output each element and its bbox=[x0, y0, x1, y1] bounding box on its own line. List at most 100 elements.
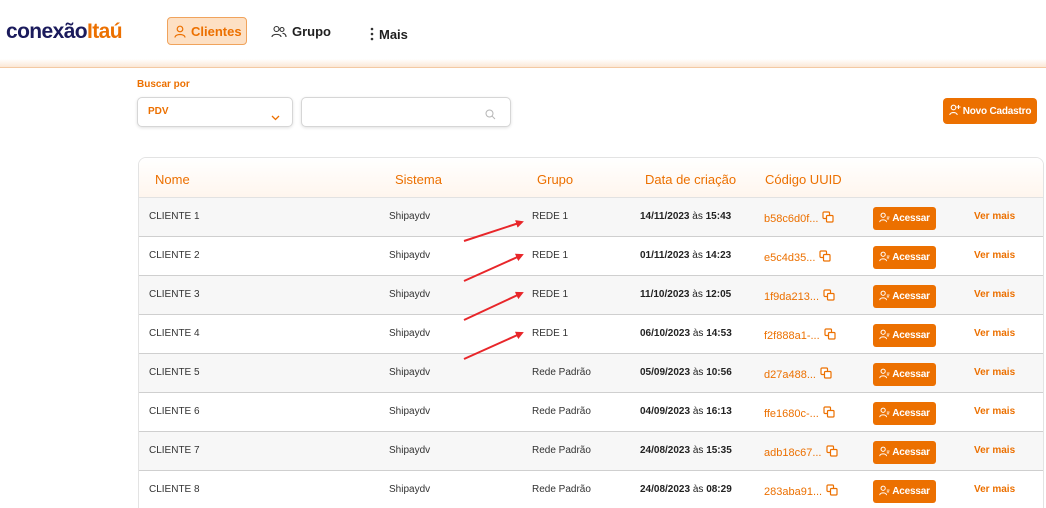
cell-nome: CLIENTE 5 bbox=[149, 367, 200, 378]
cell-uuid: b58c6d0f... bbox=[764, 211, 835, 226]
copy-icon[interactable] bbox=[823, 289, 835, 304]
uuid-text: e5c4d35... bbox=[764, 251, 816, 264]
nav-more-label: Mais bbox=[379, 26, 408, 42]
column-header-codigo-uuid[interactable]: Código UUID bbox=[765, 172, 842, 187]
nav-more-menu[interactable]: Mais bbox=[364, 20, 414, 48]
access-button[interactable]: Acessar bbox=[873, 441, 936, 464]
clients-table: Nome Sistema Grupo Data de criação Códig… bbox=[138, 157, 1044, 508]
search-input[interactable] bbox=[310, 104, 480, 122]
cell-uuid: adb18c67... bbox=[764, 445, 838, 460]
cell-sistema: Shipaydv bbox=[389, 289, 431, 300]
brand-logo[interactable]: conexãoItaú bbox=[6, 20, 123, 44]
uuid-text: f2f888a1-... bbox=[764, 329, 820, 342]
see-more-link[interactable]: Ver mais bbox=[974, 445, 1015, 456]
user-key-icon bbox=[879, 446, 890, 460]
user-key-icon bbox=[879, 290, 890, 304]
brand-logo-part1: conexão bbox=[6, 20, 88, 43]
chevron-down-icon bbox=[271, 108, 280, 126]
access-button[interactable]: Acessar bbox=[873, 363, 936, 386]
access-button-label: Acessar bbox=[892, 369, 930, 380]
cell-date: 14/11/2023 bbox=[640, 211, 690, 222]
search-field[interactable] bbox=[301, 97, 511, 127]
table-row: CLIENTE 1 Shipaydv REDE 1 14/11/2023 às 15:… bbox=[139, 198, 1043, 237]
cell-date: 24/08/2023 bbox=[640, 484, 691, 495]
column-header-data-criacao[interactable]: Data de criação bbox=[645, 172, 736, 187]
search-icon[interactable] bbox=[485, 107, 496, 125]
cell-time: 14:53 bbox=[706, 328, 732, 339]
cell-nome: CLIENTE 7 bbox=[149, 445, 200, 456]
cell-time: 15:35 bbox=[706, 445, 732, 456]
cell-date: 01/11/2023 bbox=[640, 250, 690, 261]
cell-sistema: Shipaydv bbox=[389, 406, 431, 417]
see-more-link[interactable]: Ver mais bbox=[974, 484, 1015, 495]
cell-date-separator: às bbox=[692, 367, 704, 378]
access-button[interactable]: Acessar bbox=[873, 402, 936, 425]
cell-nome: CLIENTE 3 bbox=[149, 289, 200, 300]
cell-nome: CLIENTE 6 bbox=[149, 406, 200, 417]
user-key-icon bbox=[879, 212, 890, 226]
copy-icon[interactable] bbox=[820, 367, 832, 382]
cell-sistema: Shipaydv bbox=[389, 328, 431, 339]
see-more-link[interactable]: Ver mais bbox=[974, 211, 1015, 222]
cell-time: 14:23 bbox=[705, 250, 732, 261]
new-registration-button[interactable]: Novo Cadastro bbox=[943, 98, 1037, 124]
cell-sistema: Shipaydv bbox=[389, 484, 431, 495]
copy-icon[interactable] bbox=[824, 328, 836, 343]
cell-data-criacao: 24/08/2023 às 15:35 bbox=[640, 445, 732, 456]
add-user-icon bbox=[948, 104, 961, 119]
nav-tab-grupo[interactable]: Grupo bbox=[265, 17, 337, 45]
access-button[interactable]: Acessar bbox=[873, 480, 936, 503]
nav-tab-clientes[interactable]: Clientes bbox=[167, 17, 247, 45]
search-type-select[interactable]: PDV bbox=[137, 97, 293, 127]
see-more-link[interactable]: Ver mais bbox=[974, 289, 1015, 300]
table-row: CLIENTE 8 Shipaydv Rede Padrão 24/08/2023 à… bbox=[139, 471, 1043, 508]
cell-uuid: 1f9da213... bbox=[764, 289, 835, 304]
copy-icon[interactable] bbox=[826, 484, 838, 499]
uuid-text: ffe1680c-... bbox=[764, 407, 819, 420]
cell-date-separator: às bbox=[692, 328, 704, 339]
user-key-icon bbox=[879, 407, 890, 421]
user-icon bbox=[174, 25, 186, 38]
access-button-label: Acessar bbox=[892, 252, 930, 263]
access-button[interactable]: Acessar bbox=[873, 207, 936, 230]
copy-icon[interactable] bbox=[822, 211, 835, 226]
see-more-link[interactable]: Ver mais bbox=[974, 250, 1015, 261]
cell-time: 15:43 bbox=[705, 211, 732, 222]
cell-date-separator: às bbox=[692, 289, 703, 300]
cell-date: 06/10/2023 bbox=[640, 328, 691, 339]
new-registration-label: Novo Cadastro bbox=[962, 105, 1032, 117]
vertical-dots-icon bbox=[370, 27, 374, 41]
cell-grupo: REDE 1 bbox=[532, 211, 569, 222]
access-button[interactable]: Acessar bbox=[873, 246, 936, 269]
access-button[interactable]: Acessar bbox=[873, 285, 936, 308]
cell-grupo: Rede Padrão bbox=[532, 406, 591, 417]
copy-icon[interactable] bbox=[819, 250, 831, 265]
access-button-label: Acessar bbox=[892, 330, 930, 341]
search-by-label: Buscar por bbox=[137, 79, 190, 90]
cell-nome: CLIENTE 2 bbox=[149, 250, 200, 261]
column-header-nome[interactable]: Nome bbox=[155, 172, 190, 187]
copy-icon[interactable] bbox=[825, 445, 838, 460]
see-more-link[interactable]: Ver mais bbox=[974, 406, 1015, 417]
see-more-link[interactable]: Ver mais bbox=[974, 328, 1015, 339]
cell-data-criacao: 01/11/2023 às 14:23 bbox=[640, 250, 731, 261]
copy-icon[interactable] bbox=[823, 406, 835, 421]
column-header-grupo[interactable]: Grupo bbox=[537, 172, 573, 187]
cell-data-criacao: 14/11/2023 às 15:43 bbox=[640, 211, 731, 222]
users-group-icon bbox=[271, 25, 287, 38]
cell-uuid: ffe1680c-... bbox=[764, 406, 835, 421]
column-header-sistema[interactable]: Sistema bbox=[395, 172, 442, 187]
nav-tab-clientes-label: Clientes bbox=[191, 23, 242, 39]
table-row: CLIENTE 4 Shipaydv REDE 1 06/10/2023 às 14:… bbox=[139, 315, 1043, 354]
cell-grupo: Rede Padrão bbox=[532, 484, 591, 495]
see-more-link[interactable]: Ver mais bbox=[974, 367, 1015, 378]
uuid-text: 283aba91... bbox=[764, 485, 823, 498]
cell-date: 24/08/2023 bbox=[640, 445, 691, 456]
table-row: CLIENTE 3 Shipaydv REDE 1 11/10/2023 às 12:… bbox=[139, 276, 1043, 315]
cell-data-criacao: 11/10/2023 às 12:05 bbox=[640, 289, 731, 300]
cell-date: 05/09/2023 bbox=[640, 367, 691, 378]
top-navigation-bar: conexãoItaú Clientes Grupo Mais bbox=[0, 0, 1046, 68]
uuid-text: 1f9da213... bbox=[764, 290, 820, 303]
access-button[interactable]: Acessar bbox=[873, 324, 936, 347]
cell-sistema: Shipaydv bbox=[389, 250, 431, 261]
